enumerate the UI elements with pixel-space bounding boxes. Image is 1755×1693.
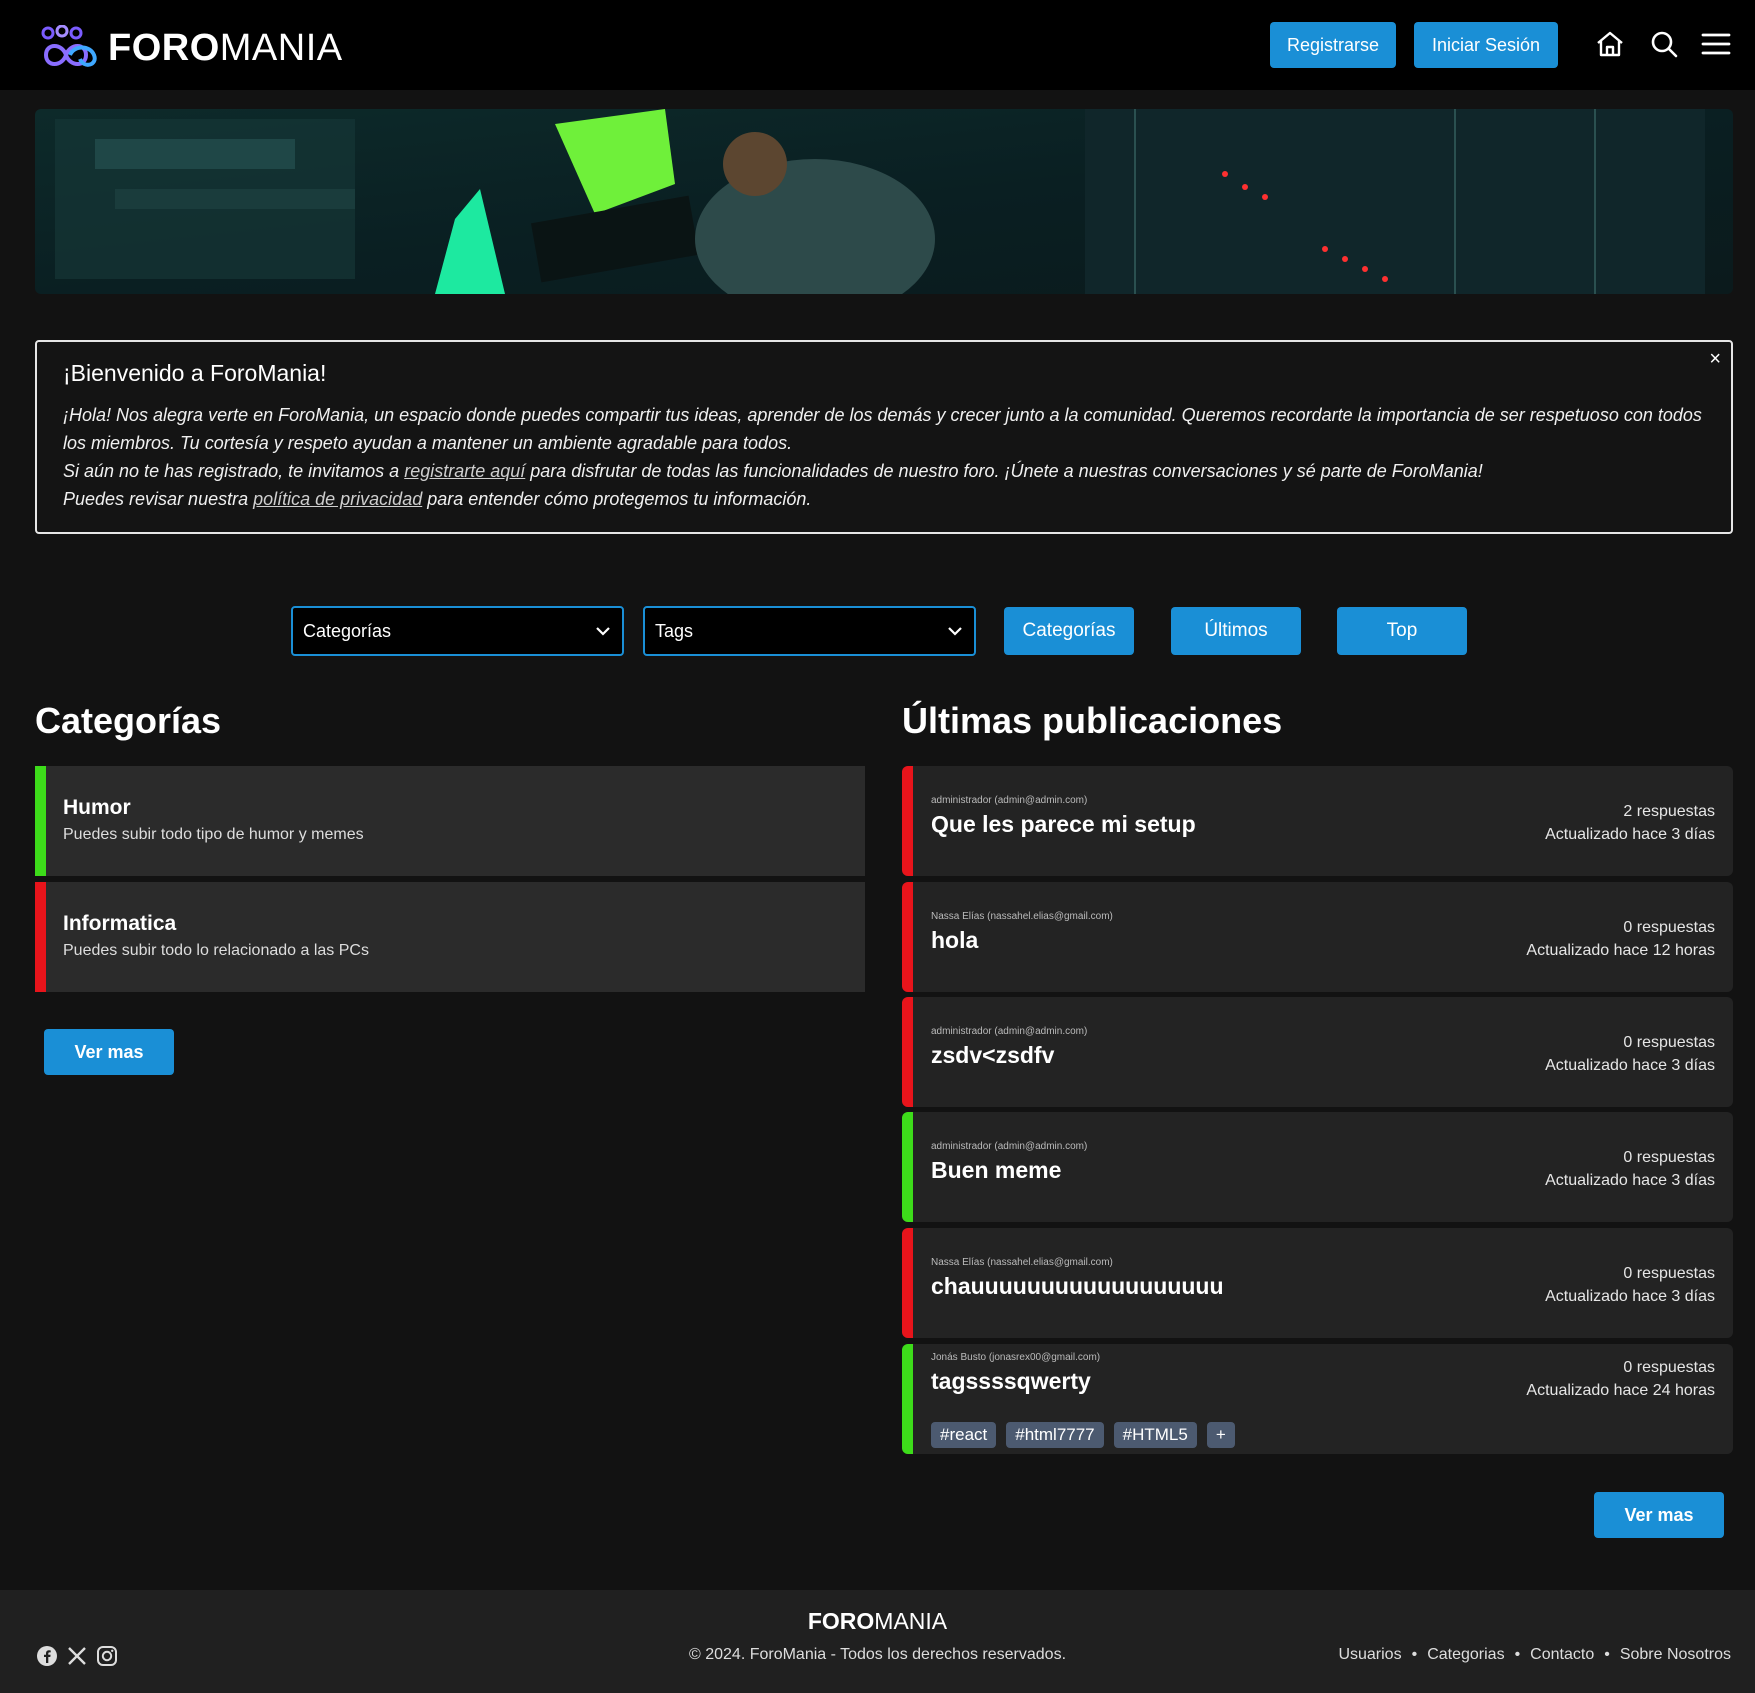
footer-logo: FOROMANIA <box>807 1608 948 1634</box>
tag-chip[interactable]: #HTML5 <box>1113 1422 1197 1448</box>
post-author[interactable]: administrador (admin@admin.com) <box>931 1026 1087 1037</box>
menu-icon[interactable] <box>1700 28 1732 60</box>
post-replies: 0 respuestas <box>1623 1265 1715 1282</box>
category-name: Humor <box>63 796 131 819</box>
category-description: Puedes subir todo tipo de humor y memes <box>63 826 364 843</box>
categories-select[interactable]: Categorías <box>291 606 624 656</box>
post-title[interactable]: hola <box>931 927 978 954</box>
post-author[interactable]: Nassa Elías (nassahel.elias@gmail.com) <box>931 911 1113 922</box>
post-meta: 0 respuestas Actualizado hace 12 horas <box>1526 916 1715 962</box>
tag-chip[interactable]: #html7777 <box>1006 1422 1104 1448</box>
tag-chip[interactable]: #react <box>931 1422 997 1448</box>
post-title[interactable]: tagssssqwerty <box>931 1368 1091 1395</box>
post-author[interactable]: Nassa Elías (nassahel.elias@gmail.com) <box>931 1257 1113 1268</box>
search-icon[interactable] <box>1648 28 1680 60</box>
post-replies: 0 respuestas <box>1623 1149 1715 1166</box>
category-color-bar <box>35 766 46 876</box>
footer-link[interactable]: Sobre Nosotros <box>1620 1646 1731 1664</box>
post-color-bar <box>902 766 913 876</box>
close-icon[interactable]: × <box>1709 348 1721 371</box>
link-separator: • <box>1514 1646 1521 1663</box>
post-color-bar <box>902 882 913 992</box>
welcome-title: ¡Bienvenido a ForoMania! <box>63 360 327 386</box>
chevron-down-icon <box>596 627 610 636</box>
post-color-bar <box>902 1228 913 1338</box>
post-author[interactable]: administrador (admin@admin.com) <box>931 795 1087 806</box>
link-separator: • <box>1411 1646 1418 1663</box>
categories-heading: Categorías <box>35 700 222 741</box>
privacy-policy-link[interactable]: política de privacidad <box>253 489 422 509</box>
post-title[interactable]: Buen meme <box>931 1157 1061 1184</box>
top-filter-button[interactable]: Top <box>1337 607 1467 655</box>
post-replies: 0 respuestas <box>1623 919 1715 936</box>
post-card[interactable]: administrador (admin@admin.com) zsdv<zsd… <box>902 997 1733 1107</box>
footer-link[interactable]: Contacto <box>1530 1646 1594 1664</box>
categories-filter-button[interactable]: Categorías <box>1004 607 1134 655</box>
post-updated: Actualizado hace 3 días <box>1545 1172 1715 1189</box>
login-button[interactable]: Iniciar Sesión <box>1414 22 1558 68</box>
post-card[interactable]: administrador (admin@admin.com) Que les … <box>902 766 1733 876</box>
post-meta: 0 respuestas Actualizado hace 3 días <box>1545 1262 1715 1308</box>
chevron-down-icon <box>948 627 962 636</box>
footer-links: Usuarios • Categorias • Contacto • Sobre Nosot… <box>1338 1646 1731 1664</box>
post-card[interactable]: Jonás Busto (jonasrex00@gmail.com) tagss… <box>902 1344 1733 1454</box>
footer-link[interactable]: Categorias <box>1427 1646 1504 1664</box>
top-navbar: FOROMANIA Registrarse Iniciar Sesión <box>0 0 1755 90</box>
welcome-paragraph-1: ¡Hola! Nos alegra verte en ForoMania, un… <box>63 405 1702 453</box>
post-updated: Actualizado hace 3 días <box>1545 1057 1715 1074</box>
post-author[interactable]: administrador (admin@admin.com) <box>931 1141 1087 1152</box>
welcome-paragraph-2: Si aún no te has registrado, te invitamo… <box>63 461 1483 481</box>
link-separator: • <box>1604 1646 1610 1663</box>
post-title[interactable]: Que les parece mi setup <box>931 811 1196 838</box>
more-tags-button[interactable]: + <box>1206 1422 1235 1448</box>
post-meta: 0 respuestas Actualizado hace 3 días <box>1545 1146 1715 1192</box>
latest-posts-heading: Últimas publicaciones <box>902 700 1283 741</box>
footer-link[interactable]: Usuarios <box>1338 1646 1401 1664</box>
post-tags: #react #html7777 #HTML5 + <box>931 1422 1235 1448</box>
post-card[interactable]: Nassa Elías (nassahel.elias@gmail.com) c… <box>902 1228 1733 1338</box>
register-button[interactable]: Registrarse <box>1270 22 1396 68</box>
post-card[interactable]: Nassa Elías (nassahel.elias@gmail.com) h… <box>902 882 1733 992</box>
post-updated: Actualizado hace 3 días <box>1545 826 1715 843</box>
category-description: Puedes subir todo lo relacionado a las P… <box>63 942 369 959</box>
post-color-bar <box>902 1112 913 1222</box>
category-name: Informatica <box>63 912 177 935</box>
post-updated: Actualizado hace 12 horas <box>1526 942 1715 959</box>
logo-icon <box>41 25 97 67</box>
post-title[interactable]: zsdv<zsdfv <box>931 1042 1054 1069</box>
footer: FOROMANIA © 2024. ForoMania - Todos los … <box>0 1590 1755 1693</box>
post-meta: 0 respuestas Actualizado hace 24 horas <box>1526 1356 1715 1402</box>
post-replies: 0 respuestas <box>1623 1034 1715 1051</box>
tags-select[interactable]: Tags <box>643 606 976 656</box>
post-title[interactable]: chauuuuuuuuuuuuuuuuuu <box>931 1273 1224 1300</box>
post-meta: 0 respuestas Actualizado hace 3 días <box>1545 1031 1715 1077</box>
post-card[interactable]: administrador (admin@admin.com) Buen mem… <box>902 1112 1733 1222</box>
welcome-paragraph-3: Puedes revisar nuestra política de priva… <box>63 489 812 509</box>
post-author[interactable]: Jonás Busto (jonasrex00@gmail.com) <box>931 1352 1100 1363</box>
post-color-bar <box>902 1344 913 1454</box>
welcome-notice: × ¡Bienvenido a ForoMania! ¡Hola! Nos al… <box>35 340 1733 534</box>
posts-see-more-button[interactable]: Ver mas <box>1594 1492 1724 1538</box>
home-icon[interactable] <box>1594 28 1626 60</box>
post-updated: Actualizado hace 24 horas <box>1526 1382 1715 1399</box>
site-logo[interactable]: FOROMANIA <box>40 24 343 72</box>
latest-filter-button[interactable]: Últimos <box>1171 607 1301 655</box>
logo-text: FOROMANIA <box>108 26 343 69</box>
post-updated: Actualizado hace 3 días <box>1545 1288 1715 1305</box>
category-card-informatica[interactable]: Informatica Puedes subir todo lo relacio… <box>35 882 865 992</box>
categories-see-more-button[interactable]: Ver mas <box>44 1029 174 1075</box>
category-card-humor[interactable]: Humor Puedes subir todo tipo de humor y … <box>35 766 865 876</box>
post-color-bar <box>902 997 913 1107</box>
post-replies: 0 respuestas <box>1623 1359 1715 1376</box>
hero-banner-image <box>35 109 1733 294</box>
register-link[interactable]: registrarte aquí <box>404 461 525 481</box>
post-replies: 2 respuestas <box>1623 803 1715 820</box>
post-meta: 2 respuestas Actualizado hace 3 días <box>1545 800 1715 846</box>
category-color-bar <box>35 882 46 992</box>
